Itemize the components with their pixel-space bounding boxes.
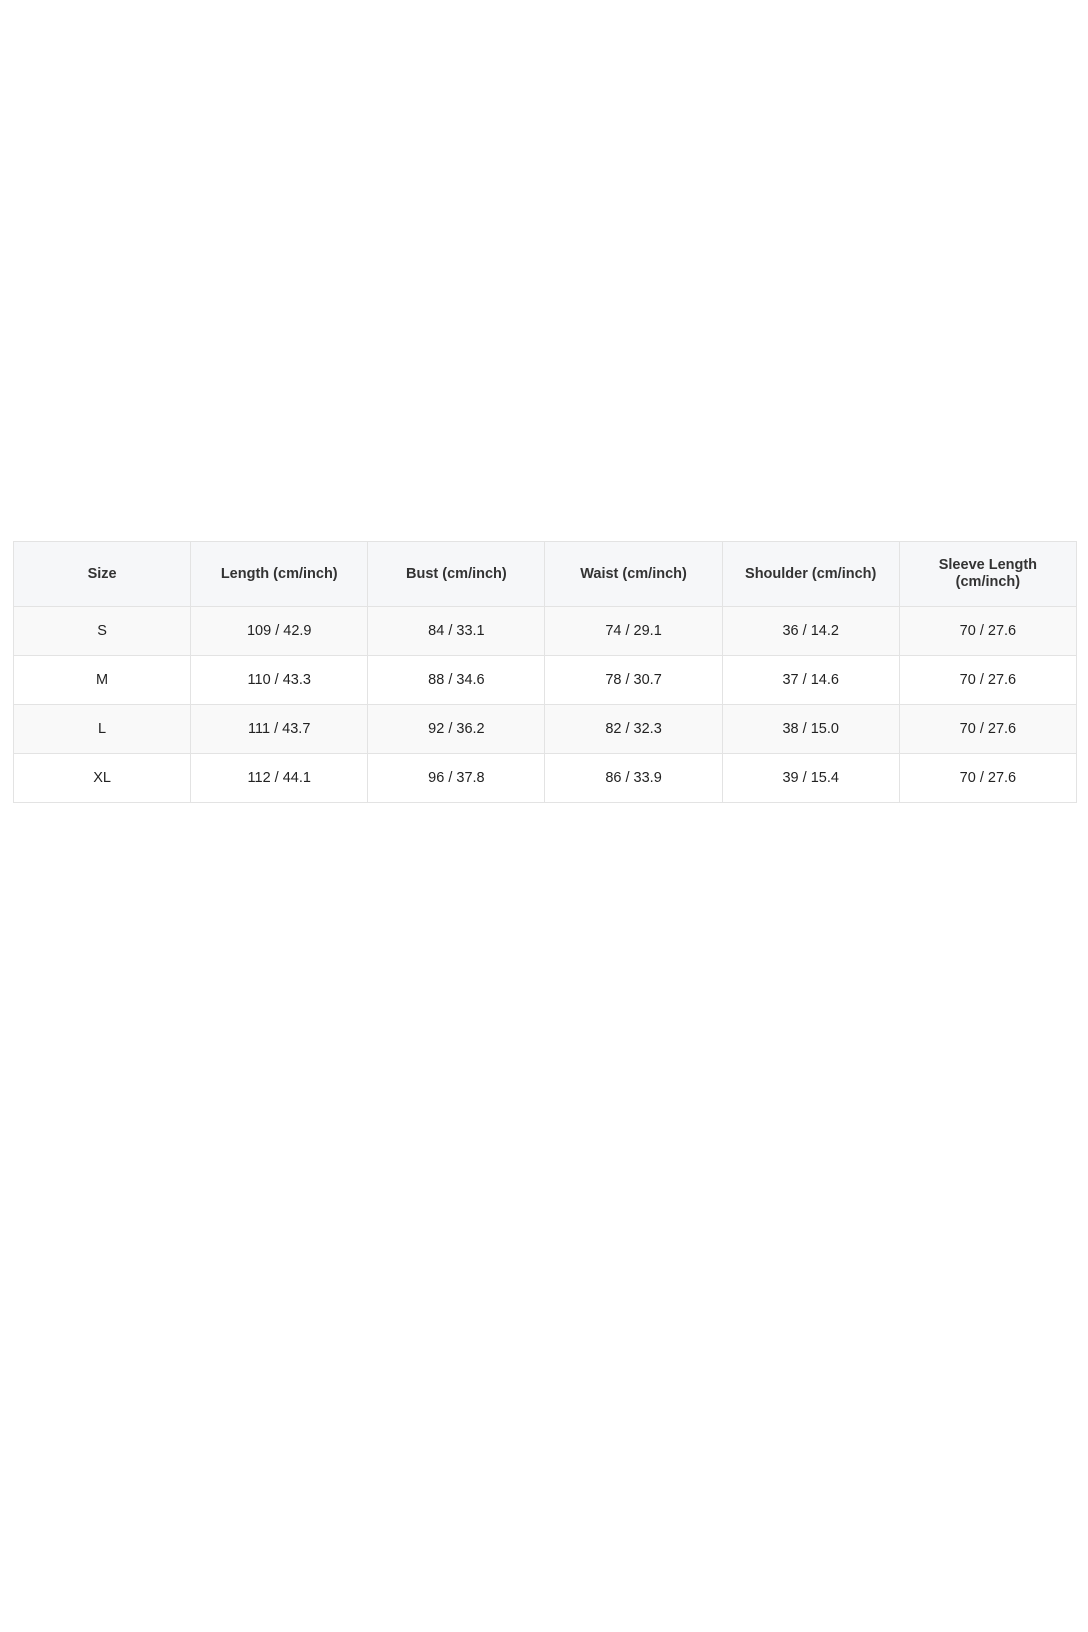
cell-shoulder: 39 / 15.4 <box>721 753 900 803</box>
cell-shoulder: 37 / 14.6 <box>721 655 900 705</box>
column-header-waist: Waist (cm/inch) <box>544 541 723 607</box>
cell-length: 112 / 44.1 <box>190 753 369 803</box>
cell-length: 109 / 42.9 <box>190 606 369 656</box>
table-row: XL 112 / 44.1 96 / 37.8 86 / 33.9 39 / 1… <box>12 753 1078 803</box>
cell-waist: 78 / 30.7 <box>544 655 723 705</box>
cell-size: S <box>12 606 192 656</box>
cell-waist: 74 / 29.1 <box>544 606 723 656</box>
table-row: M 110 / 43.3 88 / 34.6 78 / 30.7 37 / 14… <box>12 655 1078 705</box>
size-chart-table: Size Length (cm/inch) Bust (cm/inch) Wai… <box>12 541 1078 803</box>
cell-shoulder: 38 / 15.0 <box>721 704 900 754</box>
header-row: Size Length (cm/inch) Bust (cm/inch) Wai… <box>12 541 1078 607</box>
cell-bust: 84 / 33.1 <box>367 606 546 656</box>
cell-length: 111 / 43.7 <box>190 704 369 754</box>
cell-bust: 96 / 37.8 <box>367 753 546 803</box>
column-header-size: Size <box>12 541 192 607</box>
cell-sleeve-length: 70 / 27.6 <box>898 704 1078 754</box>
table-row: L 111 / 43.7 92 / 36.2 82 / 32.3 38 / 15… <box>12 704 1078 754</box>
column-header-shoulder: Shoulder (cm/inch) <box>721 541 900 607</box>
table-row: S 109 / 42.9 84 / 33.1 74 / 29.1 36 / 14… <box>12 606 1078 656</box>
cell-sleeve-length: 70 / 27.6 <box>898 753 1078 803</box>
cell-size: M <box>12 655 192 705</box>
cell-waist: 82 / 32.3 <box>544 704 723 754</box>
cell-bust: 88 / 34.6 <box>367 655 546 705</box>
cell-length: 110 / 43.3 <box>190 655 369 705</box>
cell-size: XL <box>12 753 192 803</box>
cell-sleeve-length: 70 / 27.6 <box>898 655 1078 705</box>
cell-shoulder: 36 / 14.2 <box>721 606 900 656</box>
cell-sleeve-length: 70 / 27.6 <box>898 606 1078 656</box>
cell-waist: 86 / 33.9 <box>544 753 723 803</box>
table-header: Size Length (cm/inch) Bust (cm/inch) Wai… <box>12 541 1078 607</box>
column-header-bust: Bust (cm/inch) <box>367 541 546 607</box>
column-header-sleeve-length: Sleeve Length (cm/inch) <box>898 541 1078 607</box>
table-body: S 109 / 42.9 84 / 33.1 74 / 29.1 36 / 14… <box>12 606 1078 803</box>
cell-bust: 92 / 36.2 <box>367 704 546 754</box>
column-header-length: Length (cm/inch) <box>190 541 369 607</box>
cell-size: L <box>12 704 192 754</box>
